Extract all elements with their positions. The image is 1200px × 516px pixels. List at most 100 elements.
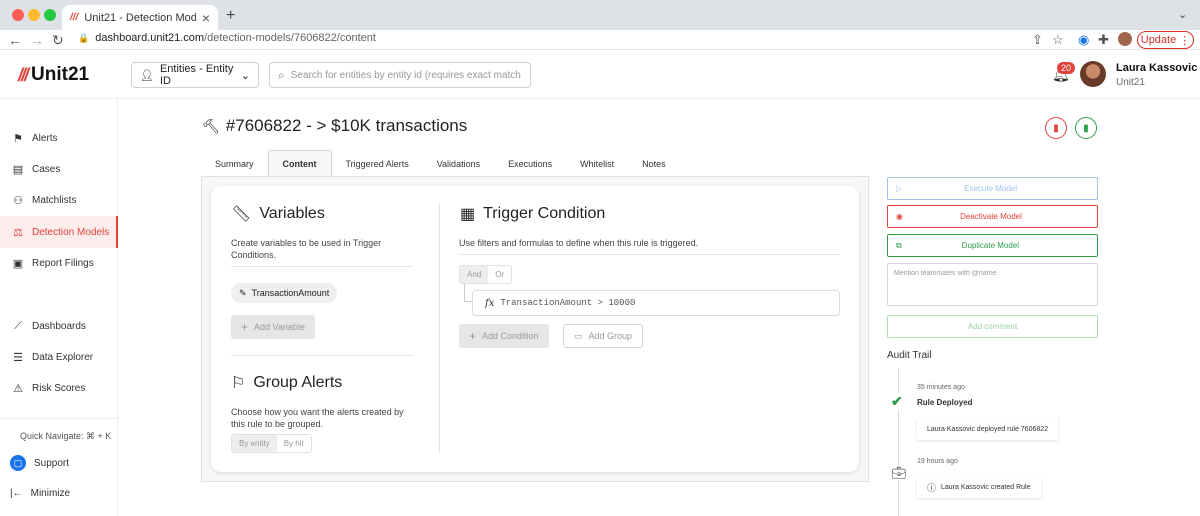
sidebar-item-matchlists[interactable]: ⚇ Matchlists [0,184,118,216]
group-by-entity[interactable]: By entity [232,435,277,452]
tab-list-chevron-icon[interactable]: ⌄ [1178,8,1187,21]
tab-notes[interactable]: Notes [628,150,680,177]
bookmark-star-icon[interactable]: ☆ [1052,32,1064,48]
chart-icon: ⟋ [14,319,22,332]
trigger-description: Use filters and formulas to define when … [459,238,699,248]
share-icon[interactable]: ⇪ [1032,32,1043,48]
entity-search[interactable]: ⌕ [269,62,531,88]
profile-avatar[interactable] [1118,32,1132,46]
logo-text: Unit21 [31,64,90,85]
entity-select-label: Entities - Entity ID [159,63,234,87]
duplicate-model-button[interactable]: ⧉ Duplicate Model [887,234,1098,257]
explorer-icon: ☰ [13,351,23,364]
chevron-down-icon: ⌄ [240,69,250,82]
extension-icon[interactable]: ◉ [1078,32,1089,48]
sidebar-item-report-filings[interactable]: ▣ Report Filings [0,247,118,279]
plus-icon: + [241,320,249,334]
audit-entry: ⓘ Laura Kassovic created Rule [917,476,1041,498]
sidebar-item-risk-scores[interactable]: ⚠ Risk Scores [0,372,118,404]
tab-summary[interactable]: Summary [201,150,268,177]
group-alerts-heading: ⚐ Group Alerts [231,373,342,393]
tab-whitelist[interactable]: Whitelist [566,150,628,177]
export-pdf-button[interactable]: ▮ [1045,117,1067,139]
sidebar-item-cases[interactable]: ▤ Cases [0,153,118,185]
ruler-icon: 📏︎ [231,206,252,223]
add-variable-button[interactable]: + Add Variable [231,315,315,339]
add-comment-button[interactable]: Add comment [887,315,1098,338]
quick-navigate-hint: Quick Navigate: ⌘ + K [20,431,112,441]
puzzle-icon[interactable]: ✚ [1098,32,1109,48]
minimize-window-button[interactable] [28,9,40,21]
minimize-label: Minimize [30,488,71,499]
export-csv-button[interactable]: ▮ [1075,117,1097,139]
group-by-toggle: By entity By hit [231,434,312,453]
reload-icon[interactable]: ↻ [52,32,64,49]
comment-box[interactable] [887,263,1098,306]
add-variable-label: Add Variable [254,322,305,332]
support-button[interactable]: ▢ Support [10,455,69,471]
add-condition-label: Add Condition [482,331,539,341]
execute-model-button[interactable]: ▷ Execute Model [887,177,1098,200]
forward-icon[interactable]: → [30,32,44,48]
deactivate-model-button[interactable]: ◉ Deactivate Model [887,205,1098,228]
logic-toggle: And Or [459,265,513,284]
minimize-sidebar-button[interactable]: |← Minimize [10,488,70,499]
tab-content[interactable]: Content [267,150,332,177]
variables-description: Create variables to be used in Trigger C… [231,238,382,260]
search-icon: ⌕ [278,67,285,82]
condition-formula: TransactionAmount > 10000 [500,298,636,308]
sidebar-item-detection-models[interactable]: ⚖ Detection Models [0,216,118,248]
card-divider [439,203,440,453]
url-path: /detection-models/7606822/content [204,32,376,44]
address-bar[interactable]: 🔒 dashboard.unit21.com/detection-models/… [78,32,376,44]
maximize-window-button[interactable] [44,9,56,21]
browser-tab[interactable]: /// Unit21 - Detection Model × [62,5,218,30]
scale-icon: ⚖ [13,226,23,239]
sidebar-item-label: Matchlists [32,194,77,206]
variables-heading: 📏︎ Variables [231,204,325,224]
add-group-button[interactable]: ▭ Add Group [563,324,644,348]
check-icon: ✔ [891,393,903,410]
report-icon: ▣ [12,257,24,270]
user-name[interactable]: Laura Kassovic [1116,62,1197,74]
search-input[interactable] [290,69,521,81]
tab-executions[interactable]: Executions [494,150,566,177]
update-button[interactable]: Update ⋮ [1137,31,1194,49]
lock-icon: 🔒 [78,32,90,43]
variables-divider [231,266,413,267]
user-plus-icon: ⚇ [13,194,23,207]
flag-icon: ⚐ [231,375,246,392]
person-icon: 👤︎ [140,69,154,82]
unit21-logo[interactable]: /// Unit21 [18,64,89,86]
flag-icon: ⚑ [13,132,23,145]
audit-event: Rule Deployed [917,398,973,407]
sidebar-item-data-explorer[interactable]: ☰ Data Explorer [0,341,118,373]
sidebar-item-alerts[interactable]: ⚑ Alerts [0,122,118,154]
logo-mark: /// [18,64,29,85]
sidebar-item-dashboards[interactable]: ⟋ Dashboards [0,310,118,342]
gavel-icon: 🔨︎ [202,117,220,134]
add-condition-button[interactable]: + Add Condition [459,324,549,348]
logic-and[interactable]: And [460,266,489,283]
tab-triggered-alerts[interactable]: Triggered Alerts [332,150,423,177]
back-icon[interactable]: ← [8,32,22,48]
close-window-button[interactable] [12,9,24,21]
audit-trail-title: Audit Trail [887,350,932,361]
avatar[interactable] [1080,61,1106,87]
logic-or[interactable]: Or [488,266,512,283]
warning-icon: ⚠ [13,382,23,395]
tab-validations[interactable]: Validations [423,150,494,177]
execute-label: Execute Model [964,184,1018,193]
more-icon: ⋮ [1179,34,1191,47]
group-alerts-description: Choose how you want the alerts created b… [231,407,404,429]
briefcase-icon: 💼︎ [891,466,907,480]
sidebar-item-label: Report Filings [32,257,94,269]
new-tab-icon[interactable]: + [226,7,235,25]
group-by-hit[interactable]: By hit [276,435,311,452]
variable-chip[interactable]: ✎ TransactionAmount [231,283,338,303]
close-tab-icon[interactable]: × [202,10,210,26]
entity-type-select[interactable]: 👤︎ Entities - Entity ID ⌄ [131,62,259,88]
mention-input[interactable] [894,270,1091,299]
condition-row[interactable]: fx TransactionAmount > 10000 [472,290,840,316]
sidebar-item-label: Detection Models [32,226,110,238]
